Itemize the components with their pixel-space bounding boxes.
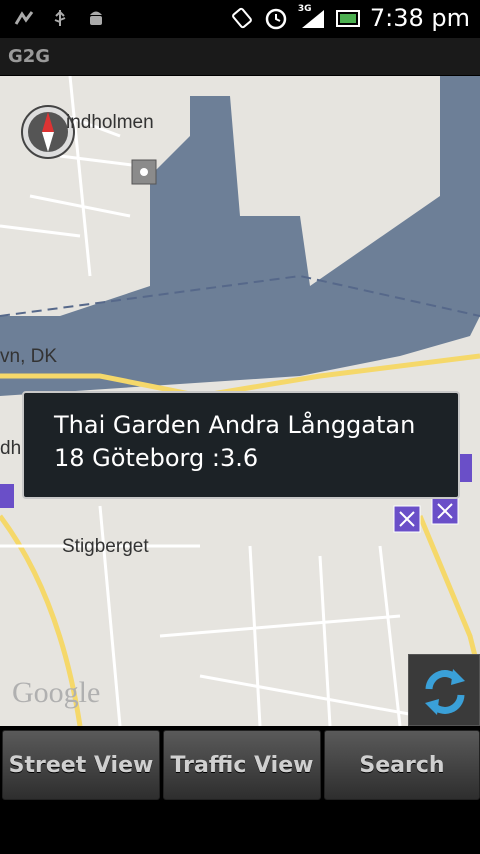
signal-bars-icon: [14, 8, 34, 28]
search-button[interactable]: Search: [324, 730, 480, 800]
popup-text: Thai Garden Andra Långgatan 18 Göteborg …: [54, 411, 416, 472]
map-label-ferry: vn, DK: [0, 346, 58, 367]
traffic-view-button[interactable]: Traffic View: [163, 730, 321, 800]
nav-area: [0, 806, 480, 854]
restaurant-marker[interactable]: [0, 484, 14, 508]
map-label-lindholmen: indholmen: [66, 112, 154, 133]
app-title-bar: G2G: [0, 38, 480, 76]
app-title: G2G: [8, 46, 51, 67]
android-debug-icon: [86, 8, 106, 28]
map-label-edge: dh: [0, 438, 22, 459]
refresh-icon: [425, 669, 465, 715]
status-left-icons: [14, 8, 106, 28]
restaurant-marker[interactable]: [393, 505, 421, 533]
refresh-button[interactable]: [408, 654, 480, 726]
rotate-icon: [230, 6, 254, 30]
status-time: 7:38 pm: [369, 4, 470, 32]
usb-icon: [50, 8, 70, 28]
place-info-popup[interactable]: Thai Garden Andra Långgatan 18 Göteborg …: [22, 391, 460, 499]
poi-marker-gray[interactable]: [131, 159, 157, 185]
status-bar: 3G 7:38 pm: [0, 0, 480, 38]
alarm-icon: [264, 6, 288, 30]
battery-icon: [335, 6, 360, 30]
status-right-icons: 3G 7:38 pm: [230, 4, 470, 32]
street-view-button[interactable]: Street View: [2, 730, 160, 800]
streets-north: [0, 76, 141, 277]
bottom-toolbar: Street View Traffic View Search: [0, 726, 480, 806]
restaurant-marker[interactable]: [431, 497, 459, 525]
network-label: 3G: [297, 4, 312, 14]
road-right: [417, 515, 480, 677]
google-logo: Google: [12, 676, 101, 709]
map-label-stigberget: Stigberget: [62, 536, 149, 557]
network-3g-icon: 3G: [297, 4, 326, 30]
